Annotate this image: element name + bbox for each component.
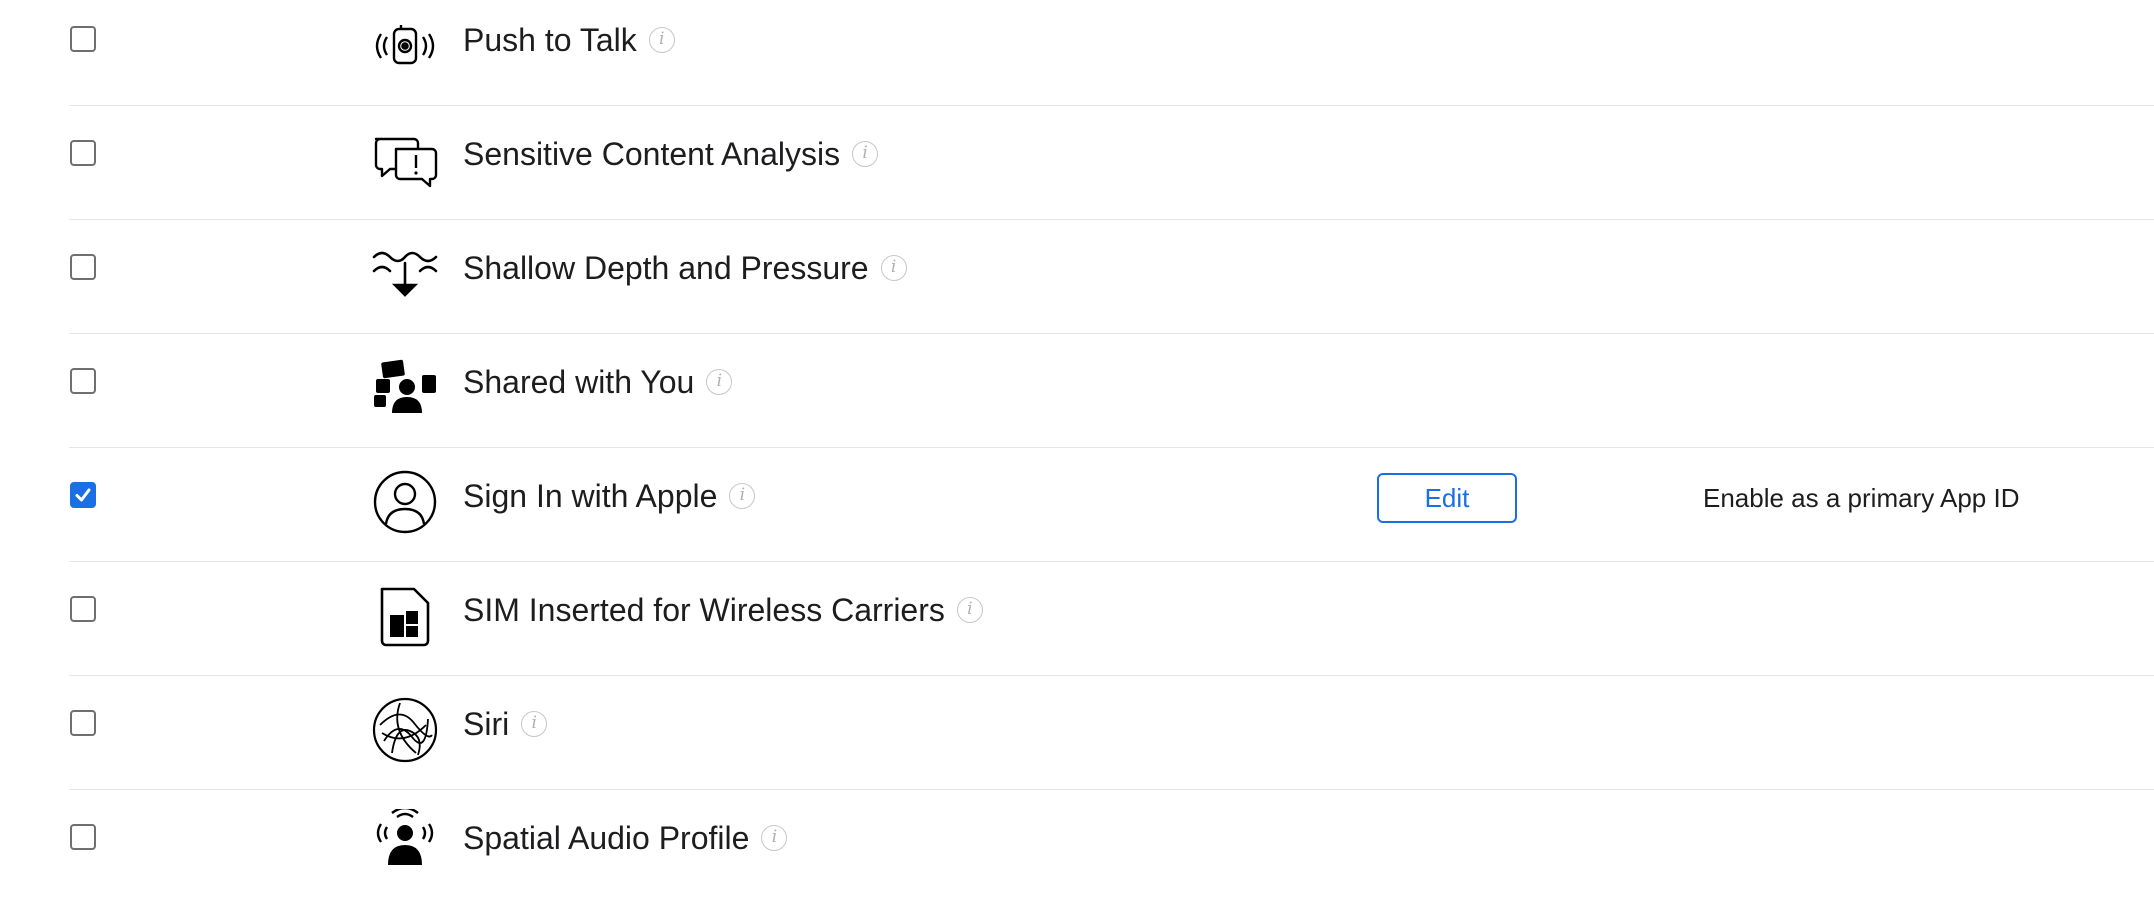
- siri-checkbox[interactable]: [70, 710, 96, 736]
- push-to-talk-icon: [370, 11, 440, 81]
- depth-pressure-icon: [370, 239, 440, 309]
- capability-label: Sign In with Apple: [463, 478, 718, 514]
- capability-label: Shallow Depth and Pressure: [463, 250, 869, 286]
- capability-label: Sensitive Content Analysis: [463, 136, 841, 172]
- info-icon[interactable]: i: [706, 369, 733, 395]
- info-icon[interactable]: i: [880, 255, 907, 281]
- capability-row-siri: Siri i: [0, 676, 2154, 790]
- configuration-note: Enable as a primary App ID: [1703, 483, 2020, 513]
- shared-with-you-icon: [370, 353, 440, 423]
- capability-row-shared-with-you: Shared with You i: [0, 334, 2154, 448]
- capability-label: Spatial Audio Profile: [463, 820, 750, 856]
- sim-card-icon: [370, 581, 440, 651]
- info-icon[interactable]: i: [521, 711, 548, 737]
- info-icon[interactable]: i: [956, 597, 983, 623]
- shallow-depth-and-pressure-checkbox[interactable]: [70, 254, 96, 280]
- capability-label: Siri: [463, 706, 510, 742]
- edit-button[interactable]: Edit: [1377, 473, 1517, 523]
- capability-row-spatial-audio-profile: Spatial Audio Profile i: [0, 790, 2154, 904]
- capabilities-list: Push to Talk i Sensitive Content Analysi…: [0, 0, 2154, 878]
- capability-row-sign-in-with-apple: Sign In with Apple i Edit Enable as a pr…: [0, 448, 2154, 562]
- capability-row-shallow-depth-and-pressure: Shallow Depth and Pressure i: [0, 220, 2154, 334]
- chat-bubbles-alert-icon: [370, 125, 440, 195]
- capability-label: SIM Inserted for Wireless Carriers: [463, 592, 945, 628]
- capability-label: Push to Talk: [463, 22, 637, 58]
- sign-in-with-apple-checkbox[interactable]: [70, 482, 96, 508]
- capability-row-sim-inserted: SIM Inserted for Wireless Carriers i: [0, 562, 2154, 676]
- info-icon[interactable]: i: [852, 141, 879, 167]
- capability-row-push-to-talk: Push to Talk i: [0, 0, 2154, 106]
- info-icon[interactable]: i: [761, 825, 788, 851]
- person-circle-icon: [370, 467, 440, 537]
- sensitive-content-analysis-checkbox[interactable]: [70, 140, 96, 166]
- capability-label: Shared with You: [463, 364, 695, 400]
- capability-row-sensitive-content-analysis: Sensitive Content Analysis i: [0, 106, 2154, 220]
- push-to-talk-checkbox[interactable]: [70, 26, 96, 52]
- shared-with-you-checkbox[interactable]: [70, 368, 96, 394]
- info-icon[interactable]: i: [729, 483, 756, 509]
- spatial-audio-icon: [370, 809, 440, 879]
- siri-icon: [370, 695, 440, 765]
- sim-inserted-checkbox[interactable]: [70, 596, 96, 622]
- info-icon[interactable]: i: [648, 27, 675, 53]
- spatial-audio-profile-checkbox[interactable]: [70, 824, 96, 850]
